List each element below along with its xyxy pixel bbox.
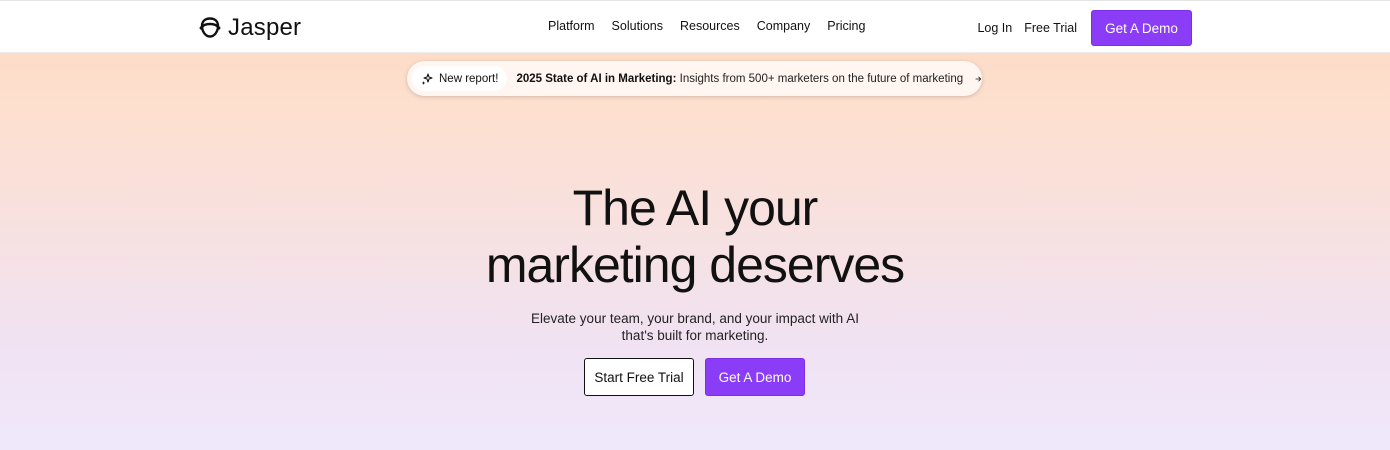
page: Jasper Platform Solutions Resources Comp… [0, 0, 1390, 450]
login-link[interactable]: Log In [977, 21, 1012, 35]
hero-subtitle: Elevate your team, your brand, and your … [0, 310, 1390, 344]
get-demo-button[interactable]: Get A Demo [1091, 10, 1192, 46]
main-nav: Platform Solutions Resources Company Pri… [548, 19, 865, 37]
announcement-text: 2025 State of AI in Marketing: Insights … [516, 73, 963, 85]
hero-title-line-2: marketing deserves [485, 237, 905, 293]
nav-resources[interactable]: Resources [680, 19, 740, 37]
start-free-trial-button[interactable]: Start Free Trial [584, 358, 694, 396]
announcement-body: Insights from 500+ marketers on the futu… [679, 72, 964, 85]
hero-cta-group: Start Free Trial Get A Demo [584, 358, 805, 396]
new-report-badge: New report! [412, 66, 508, 91]
nav-solutions[interactable]: Solutions [612, 19, 663, 37]
header-actions: Log In Free Trial Get A Demo [977, 10, 1192, 46]
nav-company[interactable]: Company [757, 19, 811, 37]
nav-platform[interactable]: Platform [548, 19, 595, 37]
hero-title-line-1: The AI your [572, 180, 819, 236]
free-trial-link[interactable]: Free Trial [1024, 21, 1077, 35]
hero-get-demo-button[interactable]: Get A Demo [705, 358, 805, 396]
jasper-face-icon [199, 17, 221, 38]
hero-title: The AI your marketing deserves [0, 180, 1390, 294]
badge-label: New report! [439, 72, 499, 85]
hero-subtitle-line-2: that's built for marketing. [621, 328, 769, 343]
logo[interactable]: Jasper [198, 14, 301, 42]
logo-text: Jasper [228, 14, 302, 41]
hero-subtitle-line-1: Elevate your team, your brand, and your … [531, 311, 859, 326]
announcement-title: 2025 State of AI in Marketing: [516, 72, 677, 85]
nav-pricing[interactable]: Pricing [827, 19, 865, 37]
announcement-banner[interactable]: New report! 2025 State of AI in Marketin… [407, 61, 982, 96]
top-navigation: Jasper Platform Solutions Resources Comp… [0, 0, 1390, 53]
sparkle-icon [421, 72, 433, 85]
arrow-right-icon [975, 76, 982, 81]
